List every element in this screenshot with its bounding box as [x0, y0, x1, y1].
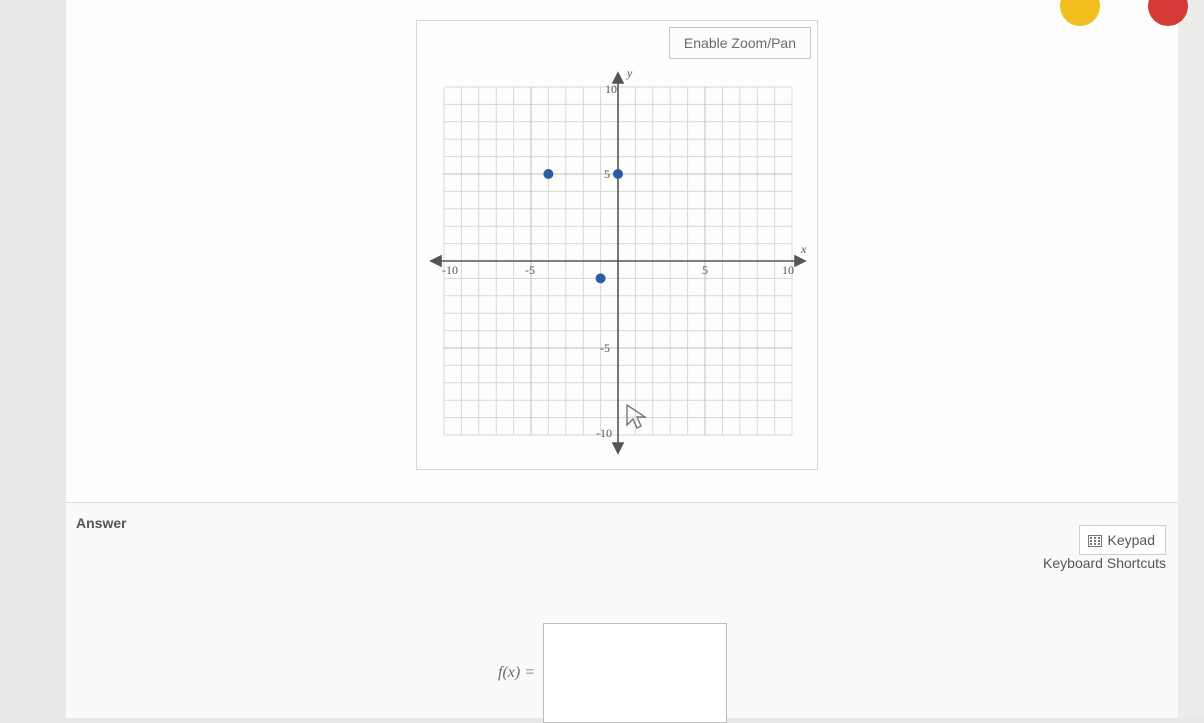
tick-pos-10-y: 10	[605, 82, 617, 96]
point-2	[613, 169, 623, 179]
answer-heading: Answer	[76, 515, 127, 531]
y-axis-label: y	[626, 66, 633, 80]
cursor-icon	[627, 405, 645, 428]
axes	[431, 73, 805, 453]
point-1	[543, 169, 553, 179]
tick-neg-5-x: -5	[525, 263, 535, 277]
tick-neg-5-y: -5	[600, 341, 610, 355]
answer-panel: Answer Keypad Keyboard Shortcuts f(x) =	[66, 502, 1178, 718]
tick-neg-10-x: -10	[442, 263, 458, 277]
tick-pos-5-x: 5	[702, 263, 708, 277]
keypad-icon	[1088, 534, 1102, 546]
tick-neg-10-y: -10	[596, 426, 612, 440]
coordinate-plane: y x 10 5 -5 -10 -10 -5 5 10	[427, 65, 809, 461]
fx-input[interactable]	[543, 623, 727, 723]
x-axis-label: x	[800, 242, 807, 256]
keypad-button[interactable]: Keypad	[1079, 525, 1166, 555]
scrollbar[interactable]	[1178, 0, 1204, 718]
keypad-button-label: Keypad	[1108, 532, 1155, 548]
content-panel: Enable Zoom/Pan	[66, 0, 1178, 718]
keyboard-shortcuts-link[interactable]: Keyboard Shortcuts	[1043, 555, 1166, 571]
fx-label: f(x) =	[498, 664, 535, 682]
chart-container: Enable Zoom/Pan	[416, 20, 818, 470]
enable-zoom-pan-button[interactable]: Enable Zoom/Pan	[669, 27, 811, 59]
tick-pos-5-y: 5	[604, 167, 610, 181]
function-input-area: f(x) =	[498, 623, 727, 723]
point-3	[596, 273, 606, 283]
tick-pos-10-x: 10	[782, 263, 794, 277]
